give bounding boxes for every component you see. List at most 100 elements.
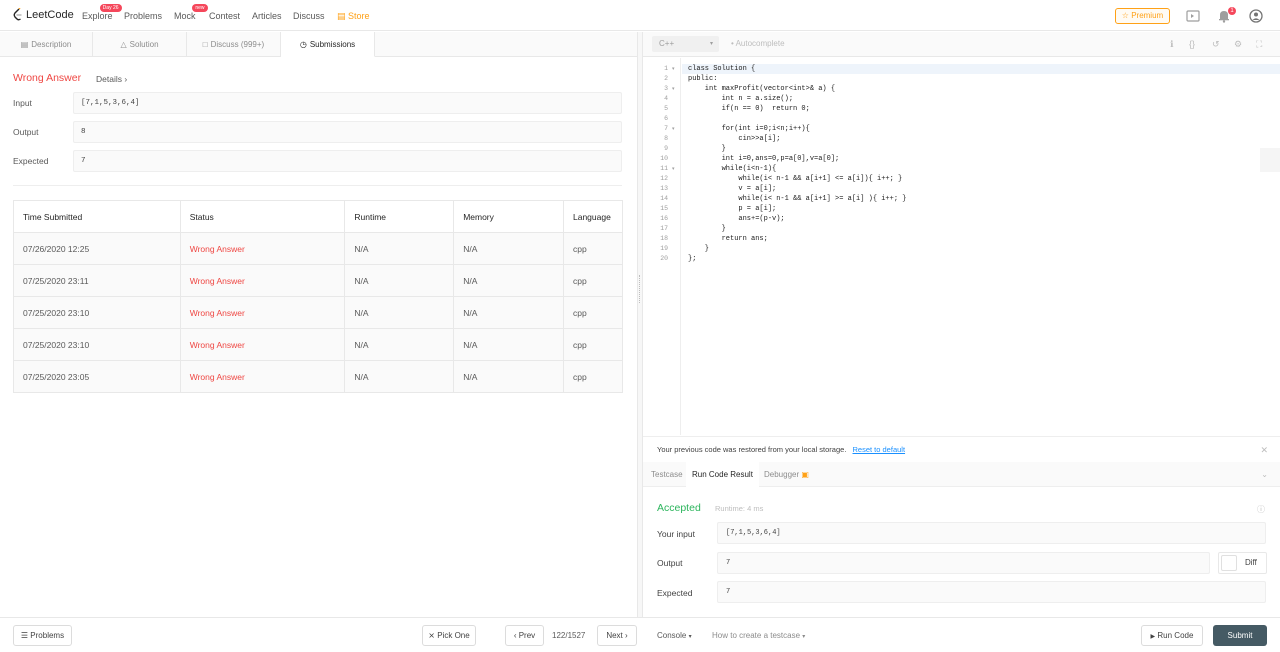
code-line[interactable]: for(int i=0;i<n;i++){ bbox=[688, 124, 810, 134]
help-icon[interactable]: ⓘ bbox=[1257, 504, 1265, 515]
submission-result: Wrong Answer bbox=[13, 72, 81, 84]
restore-notice: Your previous code was restored from you… bbox=[643, 436, 1280, 462]
problems-list-button[interactable]: ☰ Problems bbox=[13, 625, 72, 646]
accepted-status: Accepted bbox=[657, 502, 701, 514]
chevron-right-icon: › bbox=[124, 74, 128, 84]
col-status: Status bbox=[179, 200, 346, 233]
wrong-answer-status: Wrong Answer bbox=[13, 72, 82, 84]
premium-button[interactable]: ☆ Premium bbox=[1115, 8, 1170, 24]
autocomplete-toggle[interactable]: • Autocomplete bbox=[731, 39, 785, 48]
nav-articles[interactable]: Articles bbox=[252, 11, 282, 21]
cell-status-link[interactable]: Wrong Answer bbox=[179, 264, 346, 297]
code-line[interactable]: cin>>a[i]; bbox=[688, 134, 780, 144]
output-label: Output bbox=[13, 127, 39, 137]
tab-submissions[interactable]: ◷ Submissions bbox=[281, 32, 375, 57]
col-memory: Memory bbox=[453, 200, 564, 233]
console-tabs: Testcase Run Code Result Debugger ▣ ⌄ bbox=[643, 462, 1280, 487]
console-toggle[interactable]: Console ▾ bbox=[657, 631, 692, 640]
cell-status-link[interactable]: Wrong Answer bbox=[179, 232, 346, 265]
prev-button[interactable]: ‹ Prev bbox=[505, 625, 544, 646]
nav-mock[interactable]: Mock new bbox=[174, 4, 208, 21]
output-value: 8 bbox=[73, 121, 622, 143]
playground-icon[interactable] bbox=[1186, 9, 1200, 23]
pick-one-label: Pick One bbox=[437, 631, 470, 640]
code-line[interactable]: p = a[i]; bbox=[688, 204, 776, 214]
chat-icon: □ bbox=[202, 40, 208, 49]
fold-arrow-icon[interactable]: ▾ bbox=[672, 164, 675, 174]
nav-discuss[interactable]: Discuss bbox=[293, 11, 325, 21]
cell-time: 07/26/2020 12:25 bbox=[13, 232, 181, 265]
language-select[interactable]: C++ ▾ bbox=[652, 36, 719, 52]
close-icon[interactable]: ✕ bbox=[1260, 437, 1268, 463]
code-line[interactable]: while(i< n-1 && a[i+1] >= a[i] ){ i++; } bbox=[688, 194, 906, 204]
code-editor[interactable]: 1 ▾ 2 3 ▾ 4 5 6 7 ▾ 8 9 10 11 ▾ 12 13 14 15 16 17 18 19 20 clas… bbox=[643, 58, 1280, 435]
table-row: 07/26/2020 12:25 Wrong Answer N/A N/A cp… bbox=[13, 232, 623, 265]
tab-description[interactable]: ▤ Description bbox=[0, 32, 93, 57]
code-line[interactable]: class Solution { bbox=[688, 64, 755, 74]
problems-button-label: Problems bbox=[30, 631, 65, 640]
braces-icon[interactable]: {} bbox=[1189, 39, 1195, 49]
code-line[interactable]: int i=0,ans=0,p=a[0],v=a[0]; bbox=[688, 154, 840, 164]
shuffle-icon: ⨯ bbox=[428, 631, 435, 640]
code-line[interactable]: while(i< n-1 && a[i+1] <= a[i]){ i++; } bbox=[688, 174, 902, 184]
testcase-help-link[interactable]: How to create a testcase ▾ bbox=[712, 631, 805, 640]
code-line[interactable]: v = a[i]; bbox=[688, 184, 776, 194]
details-link[interactable]: Details › bbox=[96, 74, 127, 84]
code-line[interactable]: return ans; bbox=[688, 234, 768, 244]
col-runtime: Runtime bbox=[344, 200, 455, 233]
nav-problems[interactable]: Problems bbox=[124, 11, 162, 21]
reset-to-default-link[interactable]: Reset to default bbox=[853, 445, 906, 454]
tab-solution[interactable]: △ Solution bbox=[93, 32, 187, 57]
code-line[interactable]: } bbox=[688, 144, 726, 154]
run-code-button[interactable]: ▶ Run Code bbox=[1141, 625, 1203, 646]
tab-run-code-result[interactable]: Run Code Result bbox=[686, 462, 759, 487]
tab-debugger[interactable]: Debugger ▣ bbox=[764, 462, 809, 487]
cell-runtime: N/A bbox=[344, 264, 455, 297]
cell-status-link[interactable]: Wrong Answer bbox=[179, 360, 346, 393]
line-number: 8 bbox=[664, 135, 668, 142]
tab-testcase[interactable]: Testcase bbox=[651, 462, 683, 487]
fullscreen-icon[interactable]: ⛶ bbox=[1256, 39, 1262, 50]
code-line[interactable]: public: bbox=[688, 74, 717, 84]
nav-explore[interactable]: Explore Day 26 bbox=[82, 4, 122, 21]
diff-toggle[interactable]: Diff bbox=[1218, 552, 1267, 574]
code-line[interactable]: }; bbox=[688, 254, 696, 264]
fold-arrow-icon[interactable]: ▾ bbox=[672, 84, 675, 94]
code-line[interactable]: } bbox=[688, 224, 726, 234]
details-label: Details bbox=[96, 74, 122, 84]
cell-time: 07/25/2020 23:05 bbox=[13, 360, 181, 393]
fold-arrow-icon[interactable]: ▾ bbox=[672, 64, 675, 74]
nav-contest[interactable]: Contest bbox=[209, 11, 240, 21]
line-number: 3 bbox=[664, 85, 668, 92]
chevron-right-icon: › bbox=[625, 631, 628, 640]
settings-icon[interactable]: ⚙ bbox=[1234, 39, 1242, 50]
editor-side-handle[interactable] bbox=[1260, 148, 1280, 172]
fold-arrow-icon[interactable]: ▾ bbox=[672, 124, 675, 134]
code-line[interactable]: int maxProfit(vector<int>& a) { bbox=[688, 84, 835, 94]
code-line[interactable]: if(n == 0) return 0; bbox=[688, 104, 810, 114]
leetcode-logo[interactable]: LeetCode bbox=[13, 8, 74, 22]
cell-status-link[interactable]: Wrong Answer bbox=[179, 296, 346, 329]
chevron-down-icon: ▾ bbox=[688, 634, 692, 640]
tab-discuss[interactable]: □ Discuss (999+) bbox=[187, 32, 281, 57]
next-button[interactable]: Next › bbox=[597, 625, 637, 646]
pick-one-button[interactable]: ⨯ Pick One bbox=[422, 625, 476, 646]
code-line[interactable]: } bbox=[688, 244, 709, 254]
nav-discuss-label: Discuss bbox=[293, 11, 325, 21]
cell-language: cpp bbox=[563, 296, 623, 329]
run-expected-value: 7 bbox=[717, 581, 1266, 603]
code-line[interactable]: ans+=(p-v); bbox=[688, 214, 784, 224]
info-icon[interactable]: ℹ bbox=[1170, 39, 1173, 50]
reset-icon[interactable]: ↺ bbox=[1212, 39, 1220, 50]
nav-store[interactable]: ▤ Store bbox=[337, 11, 370, 22]
line-number: 4 bbox=[664, 95, 668, 102]
code-line[interactable]: int n = a.size(); bbox=[688, 94, 793, 104]
submit-button[interactable]: Submit bbox=[1213, 625, 1267, 646]
line-number: 18 bbox=[660, 235, 668, 242]
user-avatar-icon[interactable] bbox=[1249, 9, 1263, 23]
splitter-grip[interactable] bbox=[639, 275, 641, 303]
cell-status-link[interactable]: Wrong Answer bbox=[179, 328, 346, 361]
code-line[interactable]: while(i<n-1){ bbox=[688, 164, 777, 174]
collapse-chevron-icon[interactable]: ⌄ bbox=[1261, 462, 1268, 487]
cell-runtime: N/A bbox=[344, 232, 455, 265]
